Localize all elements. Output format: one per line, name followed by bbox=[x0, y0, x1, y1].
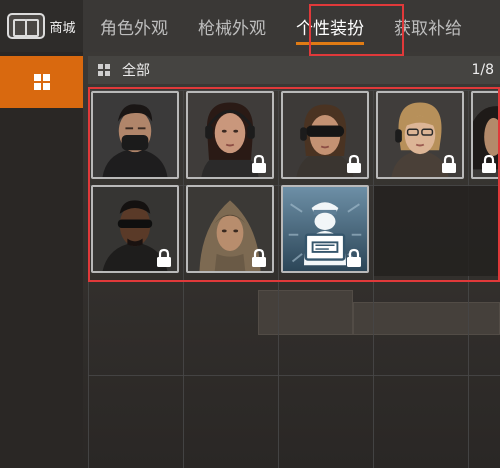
items-highlight-box bbox=[88, 87, 500, 282]
shop-button[interactable]: 商城 bbox=[0, 0, 83, 52]
tab-character-skins[interactable]: 角色外观 bbox=[100, 0, 168, 52]
tab-bar: 角色外观 枪械外观 个性装扮 获取补给 bbox=[100, 0, 492, 52]
tab-label: 个性装扮 bbox=[296, 18, 364, 39]
shop-icon bbox=[7, 13, 46, 39]
tab-get-supplies[interactable]: 获取补给 bbox=[394, 0, 462, 52]
tab-label: 获取补给 bbox=[394, 18, 462, 39]
shop-label: 商城 bbox=[49, 20, 76, 36]
grid-icon bbox=[98, 64, 110, 76]
sidebar-item-all[interactable] bbox=[0, 56, 83, 108]
grid-icon bbox=[33, 74, 50, 90]
top-bar: 商城 角色外观 枪械外观 个性装扮 获取补给 bbox=[0, 0, 500, 56]
tab-label: 枪械外观 bbox=[198, 18, 266, 39]
tab-label: 角色外观 bbox=[100, 18, 168, 39]
page-count: 1/8 bbox=[471, 62, 494, 78]
category-header: 全部 1/8 bbox=[88, 56, 500, 84]
tab-personal-outfit[interactable]: 个性装扮 bbox=[296, 0, 364, 52]
sidebar bbox=[0, 52, 83, 468]
category-label: 全部 bbox=[122, 63, 150, 79]
tab-weapon-skins[interactable]: 枪械外观 bbox=[198, 0, 266, 52]
